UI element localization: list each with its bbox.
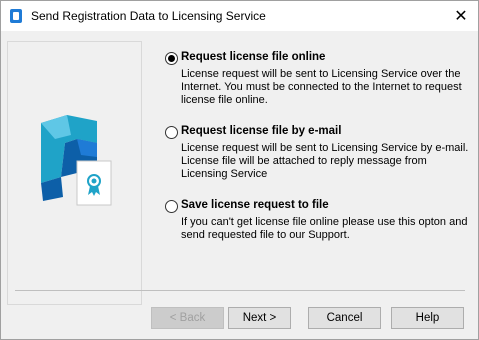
app-icon	[10, 9, 22, 23]
radio-email[interactable]	[165, 126, 178, 139]
option-save-file-label[interactable]: Save license request to file	[181, 199, 329, 211]
next-button[interactable]: Next >	[228, 307, 291, 329]
window-title: Send Registration Data to Licensing Serv…	[31, 9, 266, 23]
title-bar: Send Registration Data to Licensing Serv…	[1, 1, 478, 31]
license-logo-icon	[41, 115, 112, 206]
radio-online[interactable]	[165, 52, 178, 65]
dialog-content: Request license file online License requ…	[1, 31, 478, 339]
dialog-window: Send Registration Data to Licensing Serv…	[0, 0, 479, 340]
radio-save-file[interactable]	[165, 200, 178, 213]
back-button[interactable]: < Back	[151, 307, 224, 329]
footer-separator	[15, 290, 465, 291]
option-save-file-description: If you can't get license file online ple…	[181, 216, 468, 241]
help-button[interactable]: Help	[391, 307, 464, 329]
option-email-label[interactable]: Request license file by e-mail	[181, 125, 341, 137]
option-email-description: License request will be sent to Licensin…	[181, 142, 469, 180]
option-online-label[interactable]: Request license file online	[181, 51, 325, 63]
close-button[interactable]: ✕	[444, 1, 478, 31]
option-online-description: License request will be sent to Licensin…	[181, 68, 462, 106]
cancel-button[interactable]: Cancel	[308, 307, 381, 329]
